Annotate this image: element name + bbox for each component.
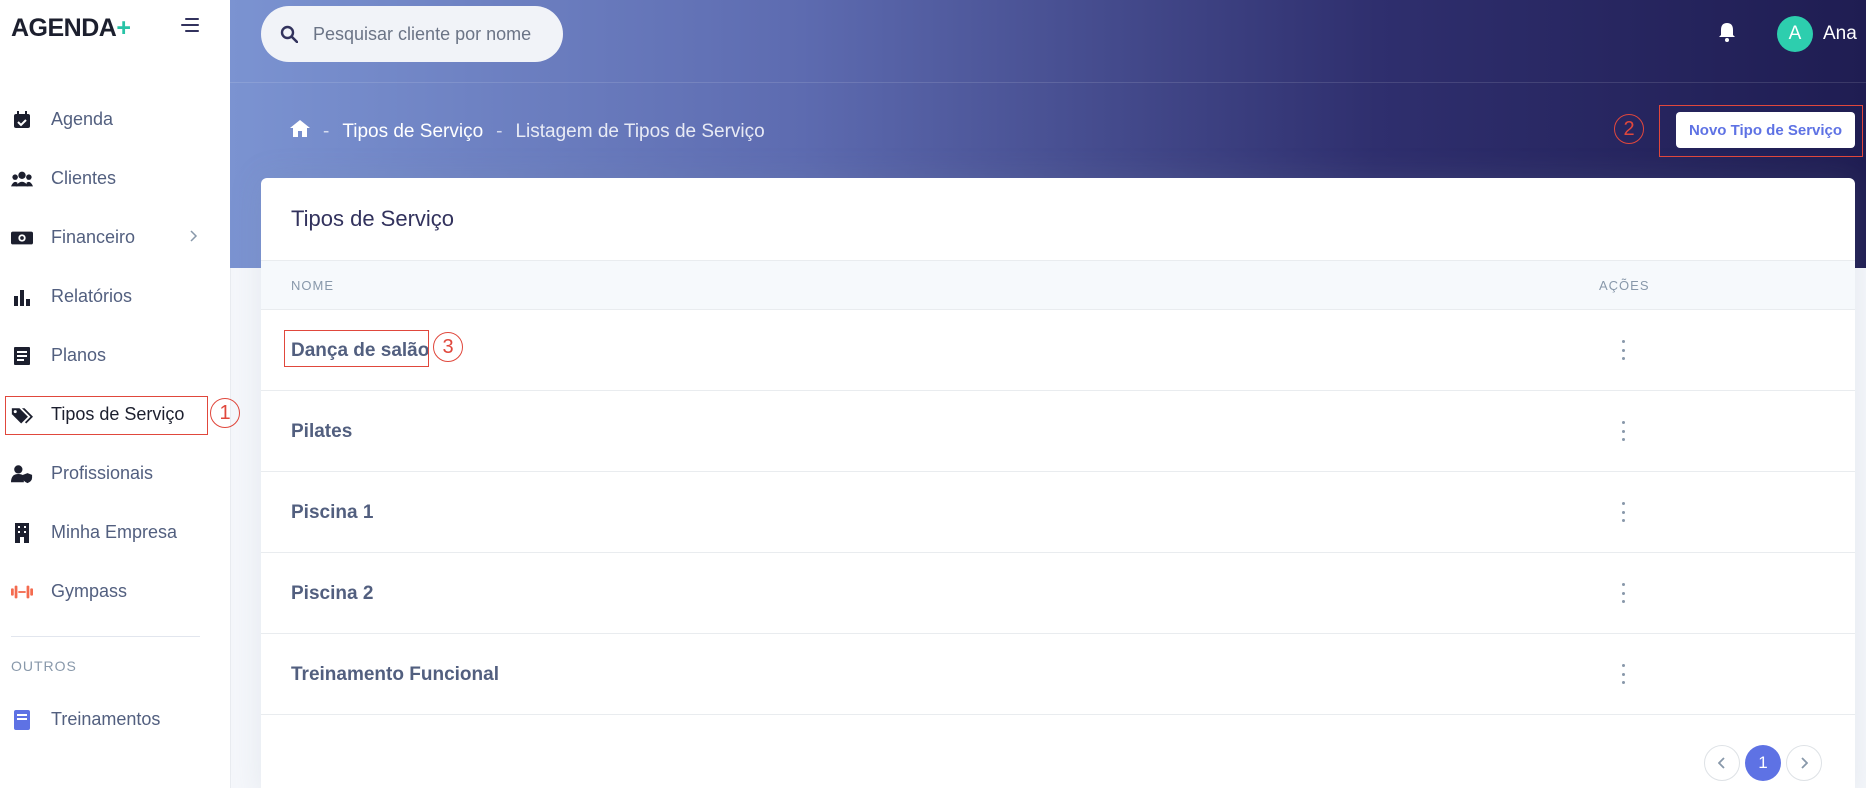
bell-icon[interactable] <box>1718 22 1736 47</box>
sidebar-item-agenda[interactable]: Agenda <box>0 90 230 149</box>
row-actions-icon[interactable] <box>1618 583 1628 603</box>
table-header: NOME AÇÕES <box>261 260 1855 310</box>
table-row[interactable]: Pilates <box>261 391 1855 472</box>
tags-icon <box>11 404 33 426</box>
breadcrumb-current: Listagem de Tipos de Serviço <box>515 120 765 142</box>
table-row[interactable]: Piscina 2 <box>261 553 1855 634</box>
service-type-name[interactable]: Piscina 1 <box>291 502 373 524</box>
breadcrumb-separator: - <box>496 120 503 142</box>
pagination-prev-button[interactable] <box>1704 745 1740 781</box>
service-type-name[interactable]: Piscina 2 <box>291 583 373 605</box>
document-icon <box>11 345 33 367</box>
row-actions-icon[interactable] <box>1618 421 1628 441</box>
calendar-icon <box>11 109 33 131</box>
header-divider <box>230 82 1866 83</box>
sidebar-item-minha-empresa[interactable]: Minha Empresa <box>0 503 230 562</box>
search-icon <box>280 25 299 48</box>
column-header-name: NOME <box>291 278 334 293</box>
user-shield-icon <box>11 463 33 485</box>
building-icon <box>11 522 33 544</box>
sidebar-section-title: OUTROS <box>11 658 77 674</box>
table-row[interactable]: Piscina 1 <box>261 472 1855 553</box>
breadcrumb: - Tipos de Serviço - Listagem de Tipos d… <box>290 120 765 143</box>
service-types-card: Tipos de Serviço NOME AÇÕES Dança de sal… <box>261 178 1855 788</box>
sidebar-item-financeiro[interactable]: Financeiro <box>0 208 230 267</box>
user-name[interactable]: Ana <box>1823 23 1857 45</box>
app-logo[interactable]: AGENDA+ <box>11 14 131 43</box>
annotation-marker-3: 3 <box>433 332 463 362</box>
sidebar-item-gympass[interactable]: Gympass <box>0 562 230 621</box>
sidebar: AGENDA+ Agenda Clientes Financeiro Relat… <box>0 0 230 788</box>
sidebar-item-profissionais[interactable]: Profissionais <box>0 444 230 503</box>
new-service-type-button[interactable]: Novo Tipo de Serviço <box>1676 112 1855 148</box>
menu-toggle-icon[interactable] <box>181 18 199 32</box>
row-actions-icon[interactable] <box>1618 502 1628 522</box>
breadcrumb-section[interactable]: Tipos de Serviço <box>342 121 483 143</box>
book-icon <box>11 709 33 731</box>
search-bar[interactable] <box>261 6 563 62</box>
home-icon[interactable] <box>290 120 310 143</box>
sidebar-item-relatorios[interactable]: Relatórios <box>0 267 230 326</box>
service-type-name[interactable]: Pilates <box>291 421 352 443</box>
table-row[interactable]: Dança de salão 3 <box>261 310 1855 391</box>
money-icon <box>11 227 33 249</box>
row-actions-icon[interactable] <box>1618 340 1628 360</box>
bar-chart-icon <box>11 286 33 308</box>
pagination-page-button[interactable]: 1 <box>1745 745 1781 781</box>
pagination-next-button[interactable] <box>1786 745 1822 781</box>
sidebar-item-planos[interactable]: Planos <box>0 326 230 385</box>
sidebar-item-treinamentos[interactable]: Treinamentos <box>0 690 230 749</box>
row-actions-icon[interactable] <box>1618 664 1628 684</box>
dumbbell-icon <box>11 581 33 603</box>
column-header-actions: AÇÕES <box>1599 278 1650 293</box>
users-icon <box>11 168 33 190</box>
search-input[interactable] <box>313 20 553 48</box>
sidebar-item-clientes[interactable]: Clientes <box>0 149 230 208</box>
chevron-right-icon <box>190 229 198 247</box>
annotation-marker-1: 1 <box>210 398 240 428</box>
breadcrumb-separator: - <box>323 120 330 142</box>
card-title: Tipos de Serviço <box>291 206 455 231</box>
service-type-name[interactable]: Treinamento Funcional <box>291 664 499 686</box>
sidebar-divider <box>11 636 200 637</box>
annotation-highlight <box>284 330 429 367</box>
sidebar-nav-other: Treinamentos <box>0 690 230 749</box>
sidebar-item-tipos-de-servico[interactable]: Tipos de Serviço <box>0 385 230 444</box>
sidebar-nav: Agenda Clientes Financeiro Relatórios Pl… <box>0 90 230 621</box>
annotation-marker-2: 2 <box>1614 114 1644 144</box>
avatar[interactable]: A <box>1777 16 1813 52</box>
table-row[interactable]: Treinamento Funcional <box>261 634 1855 715</box>
